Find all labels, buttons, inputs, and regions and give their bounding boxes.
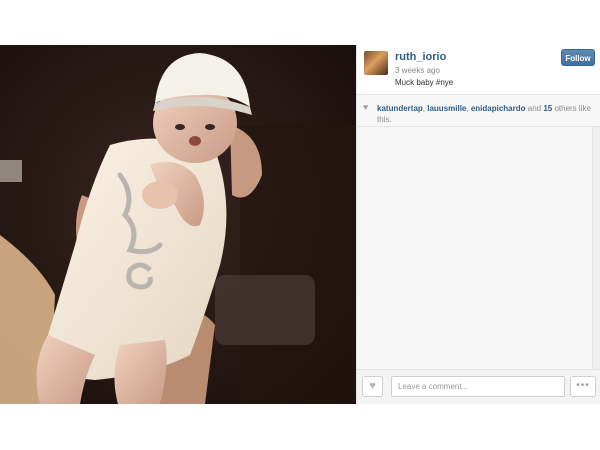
avatar[interactable] — [364, 51, 388, 75]
follow-button[interactable]: Follow — [561, 49, 595, 66]
baby-photo-image — [0, 45, 356, 404]
comment-input[interactable] — [391, 376, 565, 397]
post-caption: Muck baby #nye — [395, 78, 454, 87]
post-photo[interactable] — [0, 45, 356, 404]
post-timestamp[interactable]: 3 weeks ago — [395, 66, 440, 75]
likes-count[interactable]: 15 — [543, 104, 552, 113]
comments-list[interactable] — [357, 127, 593, 369]
more-options-icon: ••• — [576, 380, 590, 391]
heart-icon: ♥ — [363, 102, 369, 112]
heart-icon: ♥ — [369, 380, 376, 392]
post-sidebar: ruth_iorio 3 weeks ago Muck baby #nye Fo… — [356, 45, 600, 404]
liker-link[interactable]: enidapichardo — [471, 104, 526, 113]
comment-footer: ♥ ••• — [357, 369, 600, 404]
more-options-button[interactable]: ••• — [570, 376, 596, 397]
likes-summary: ♥ katundertap, lauusmille, enidapichardo… — [357, 94, 600, 127]
liker-link[interactable]: lauusmille — [427, 104, 466, 113]
liker-link[interactable]: katundertap — [377, 104, 423, 113]
username-link[interactable]: ruth_iorio — [395, 51, 446, 63]
comments-scrollbar[interactable] — [592, 127, 600, 369]
instagram-post: ruth_iorio 3 weeks ago Muck baby #nye Fo… — [0, 45, 600, 404]
likes-and-text: and — [525, 104, 544, 113]
post-header: ruth_iorio 3 weeks ago Muck baby #nye Fo… — [357, 45, 600, 94]
like-button[interactable]: ♥ — [362, 376, 383, 397]
